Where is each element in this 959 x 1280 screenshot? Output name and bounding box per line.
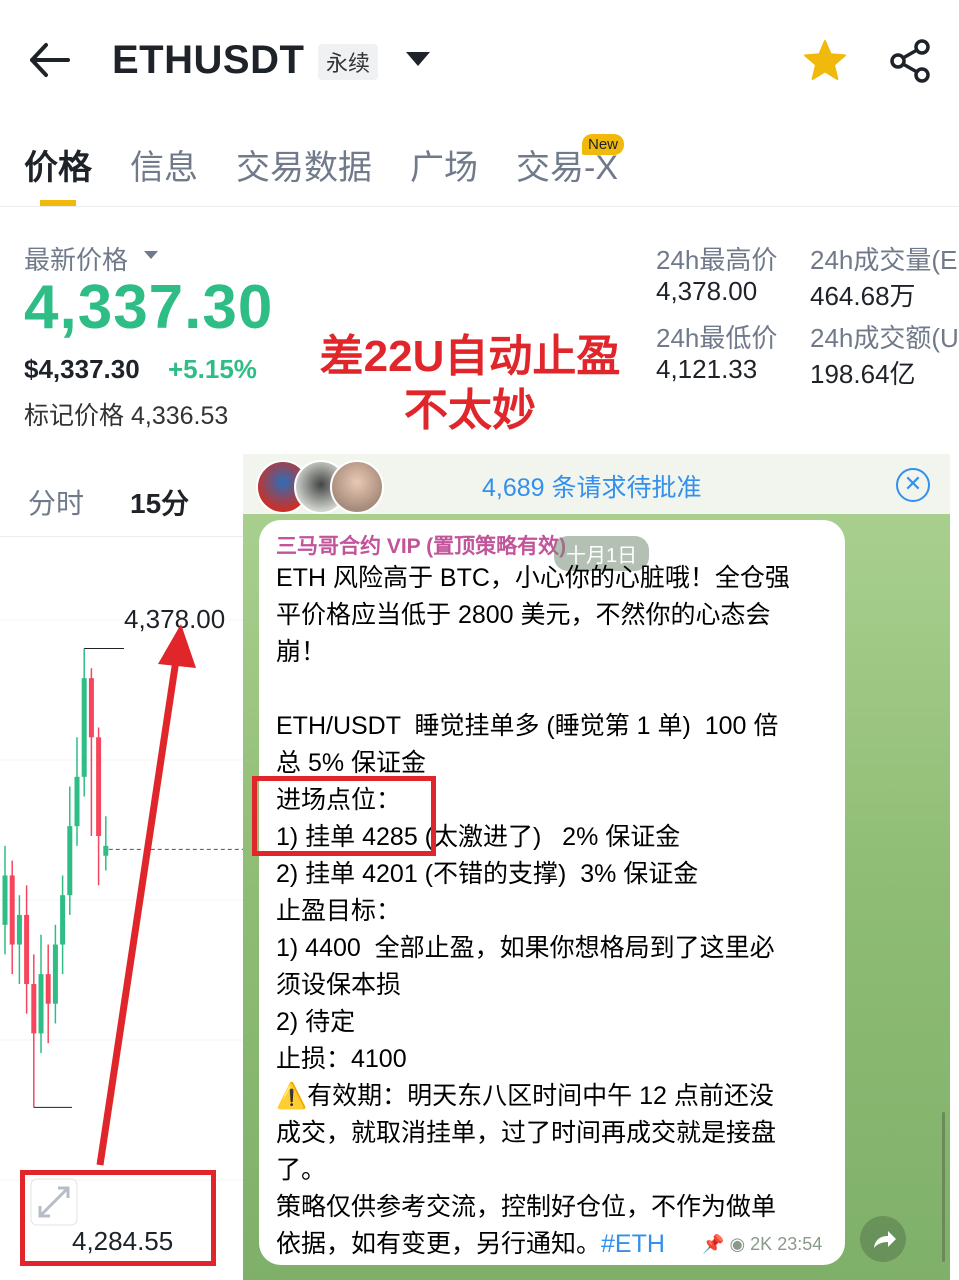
hashtag-link[interactable]: #ETH (601, 1230, 665, 1258)
eye-icon: ◉ (729, 1234, 746, 1254)
message-line: 须设保本损 (276, 971, 402, 999)
close-circle-icon[interactable]: ✕ (896, 468, 930, 502)
candle (67, 786, 73, 915)
high-value: 4,378.00 (656, 276, 758, 306)
annotation-line-1: 差22U自动止盈 (319, 332, 621, 381)
low-label: 24h最低价 (656, 323, 778, 353)
entry-point-highlight-box (252, 776, 436, 856)
candle (74, 737, 80, 846)
candlestick-chart[interactable] (0, 540, 245, 1280)
star-icon[interactable] (802, 38, 848, 84)
divider (0, 536, 245, 537)
message-line: 了。 (276, 1156, 327, 1184)
mark-price: 4,336.53 (130, 402, 229, 430)
candle (88, 668, 94, 836)
message-line: ⚠️有效期：明天东八区时间中午 12 点前还没 (276, 1082, 774, 1110)
message-line: 依据，如有变更，另行通知。 (276, 1230, 602, 1258)
candle (52, 924, 58, 1024)
message-line: 2) 待定 (276, 1008, 356, 1036)
candle (96, 727, 102, 886)
forward-arrow-icon[interactable] (860, 1216, 906, 1262)
new-badge: New (582, 134, 625, 155)
timeframe-line[interactable]: 分时 (28, 482, 84, 522)
last-price: 4,337.30 (24, 273, 274, 342)
scrollbar[interactable] (942, 1112, 945, 1262)
price-change: +5.15% (168, 354, 257, 384)
low-value: 4,121.33 (656, 354, 758, 384)
message-line: 策略仅供参考交流，控制好仓位，不作为做单 (276, 1193, 777, 1221)
message-line: ETH/USDT 睡觉挂单多 (睡觉第 1 单) 100 倍 (276, 712, 779, 740)
tab-square[interactable]: 广场 (410, 140, 478, 187)
tab-trade-data[interactable]: 交易数据 (236, 140, 372, 187)
divider (0, 206, 959, 207)
low-price-highlight-box (20, 1170, 216, 1266)
tab-price[interactable]: 价格 (24, 140, 92, 187)
candle (24, 885, 30, 1014)
message-time: 23:54 (777, 1234, 823, 1254)
view-count: 2K (750, 1234, 773, 1254)
candle (9, 860, 15, 975)
amount-value: 198.64亿 (810, 359, 916, 389)
candle (60, 875, 66, 975)
tab-info[interactable]: 信息 (130, 140, 198, 187)
amount-label: 24h成交额(U (810, 323, 959, 353)
candle (103, 816, 109, 871)
usd-price: $4,337.30 (24, 354, 140, 384)
message-line: 平价格应当低于 2800 美元，不然你的心态会 (276, 601, 771, 629)
candle (45, 944, 51, 1044)
timeframe-15m[interactable]: 15分 (130, 482, 189, 522)
candle (31, 954, 37, 1108)
symbol-title[interactable]: ETHUSDT (112, 38, 304, 83)
message-line: 成交，就取消挂单，过了时间再成交就是接盘 (276, 1119, 777, 1147)
contract-type-badge: 永续 (318, 44, 379, 80)
candle (16, 895, 22, 984)
message-line: 止损：4100 (276, 1045, 407, 1073)
mark-price-label: 标记价格 (24, 402, 125, 430)
share-icon[interactable] (886, 38, 934, 84)
message-text: ETH 风险高于 BTC，小心你的心脏哦！全仓强 平价格应当低于 2800 美元… (276, 560, 836, 1263)
annotation-text: 差22U自动止盈 不太妙 (300, 330, 640, 438)
message-line: ETH 风险高于 BTC，小心你的心脏哦！全仓强 (276, 564, 790, 592)
message-line (276, 671, 836, 708)
candle (81, 648, 87, 797)
caret-down-icon[interactable] (144, 251, 158, 259)
volume-value: 464.68万 (810, 281, 916, 311)
back-arrow-icon[interactable] (28, 40, 70, 80)
chevron-down-icon[interactable] (406, 52, 430, 66)
message-line: 止盈目标： (276, 897, 402, 925)
annotation-line-2: 不太妙 (404, 386, 536, 435)
pin-icon: 📌 (702, 1234, 725, 1254)
candle (2, 845, 8, 955)
pending-requests[interactable]: 4,689 条请求待批准 (482, 468, 702, 504)
sender-name[interactable]: 三马哥合约 VIP (置顶策略有效) (276, 530, 566, 560)
volume-label: 24h成交量(E (810, 245, 958, 275)
high-label: 24h最高价 (656, 245, 778, 275)
avatar[interactable] (330, 460, 384, 514)
message-line: 崩！ (276, 638, 327, 666)
chart-high-label: 4,378.00 (120, 604, 230, 635)
mark-price-row: 标记价格 4,336.53 (24, 396, 228, 432)
tab-bar: 价格 信息 交易数据 广场 交易-X (24, 140, 656, 187)
message-meta: 📌 ◉ 2K 23:54 (702, 1234, 822, 1255)
message-line: 2) 挂单 4201 (不错的支撑) 3% 保证金 (276, 860, 699, 888)
message-line: 1) 4400 全部止盈，如果你想格局到了这里必 (276, 934, 775, 962)
candle (38, 934, 44, 1054)
